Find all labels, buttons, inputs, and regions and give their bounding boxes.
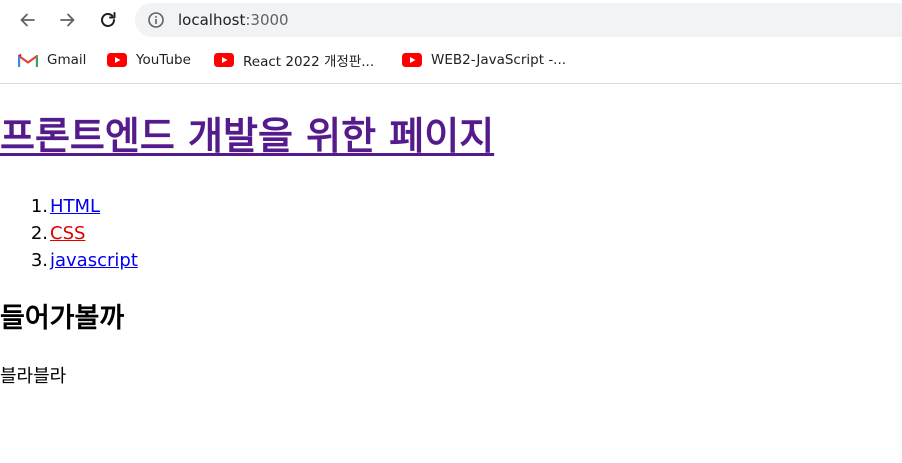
bookmark-react-2022[interactable]: React 2022 개정판... — [214, 48, 374, 72]
forward-button[interactable] — [51, 4, 83, 36]
reload-icon — [101, 12, 116, 27]
arrow-right-icon — [60, 13, 75, 27]
bookmark-gmail[interactable]: Gmail — [18, 48, 86, 72]
bookmark-youtube[interactable]: YouTube — [107, 48, 191, 72]
list-item: 1. HTML — [0, 193, 138, 220]
arrow-left-icon — [20, 13, 35, 27]
bookmark-label: WEB2-JavaScript -... — [431, 52, 567, 68]
list-number: 2. — [30, 223, 48, 244]
page-title-link[interactable]: 프론트엔드 개발을 위한 페이지 — [0, 114, 494, 158]
url-port: :3000 — [245, 11, 289, 29]
topic-link-css[interactable]: CSS — [50, 223, 85, 244]
address-bar[interactable]: localhost:3000 — [135, 3, 902, 37]
bookmarks-bar: Gmail YouTube React 2022 개정판... WEB2-Jav… — [0, 46, 902, 74]
browser-toolbar: localhost:3000 — [0, 0, 902, 40]
topic-link-javascript[interactable]: javascript — [50, 250, 138, 271]
topic-link-html[interactable]: HTML — [50, 196, 100, 217]
bookmark-label: Gmail — [47, 52, 87, 68]
list-item: 3. javascript — [0, 247, 138, 274]
bookmark-web2-javascript[interactable]: WEB2-JavaScript -... — [402, 48, 566, 72]
youtube-icon — [214, 52, 234, 68]
url-host: localhost — [178, 11, 246, 29]
bookmark-label: React 2022 개정판... — [243, 54, 375, 70]
youtube-icon — [402, 52, 422, 68]
list-number: 3. — [30, 250, 48, 271]
info-icon[interactable] — [147, 11, 165, 29]
youtube-icon — [107, 52, 127, 68]
bookmark-label: YouTube — [136, 52, 191, 68]
reload-button[interactable] — [92, 4, 124, 36]
body-text: 블라블라 — [0, 366, 67, 387]
back-button[interactable] — [12, 4, 44, 36]
browser-chrome: localhost:3000 Gmail YouTube React 2022 … — [0, 0, 902, 84]
gmail-icon — [18, 52, 38, 68]
page-title: 프론트엔드 개발을 위한 페이지 — [0, 113, 494, 159]
topic-list: 1. HTML 2. CSS 3. javascript — [0, 193, 138, 274]
url-text[interactable]: localhost:3000 — [178, 11, 289, 29]
section-heading: 들어가볼까 — [0, 303, 125, 334]
list-number: 1. — [30, 196, 48, 217]
page-content: 프론트엔드 개발을 위한 페이지 1. HTML 2. CSS 3. javascri… — [0, 85, 902, 463]
list-item: 2. CSS — [0, 220, 138, 247]
